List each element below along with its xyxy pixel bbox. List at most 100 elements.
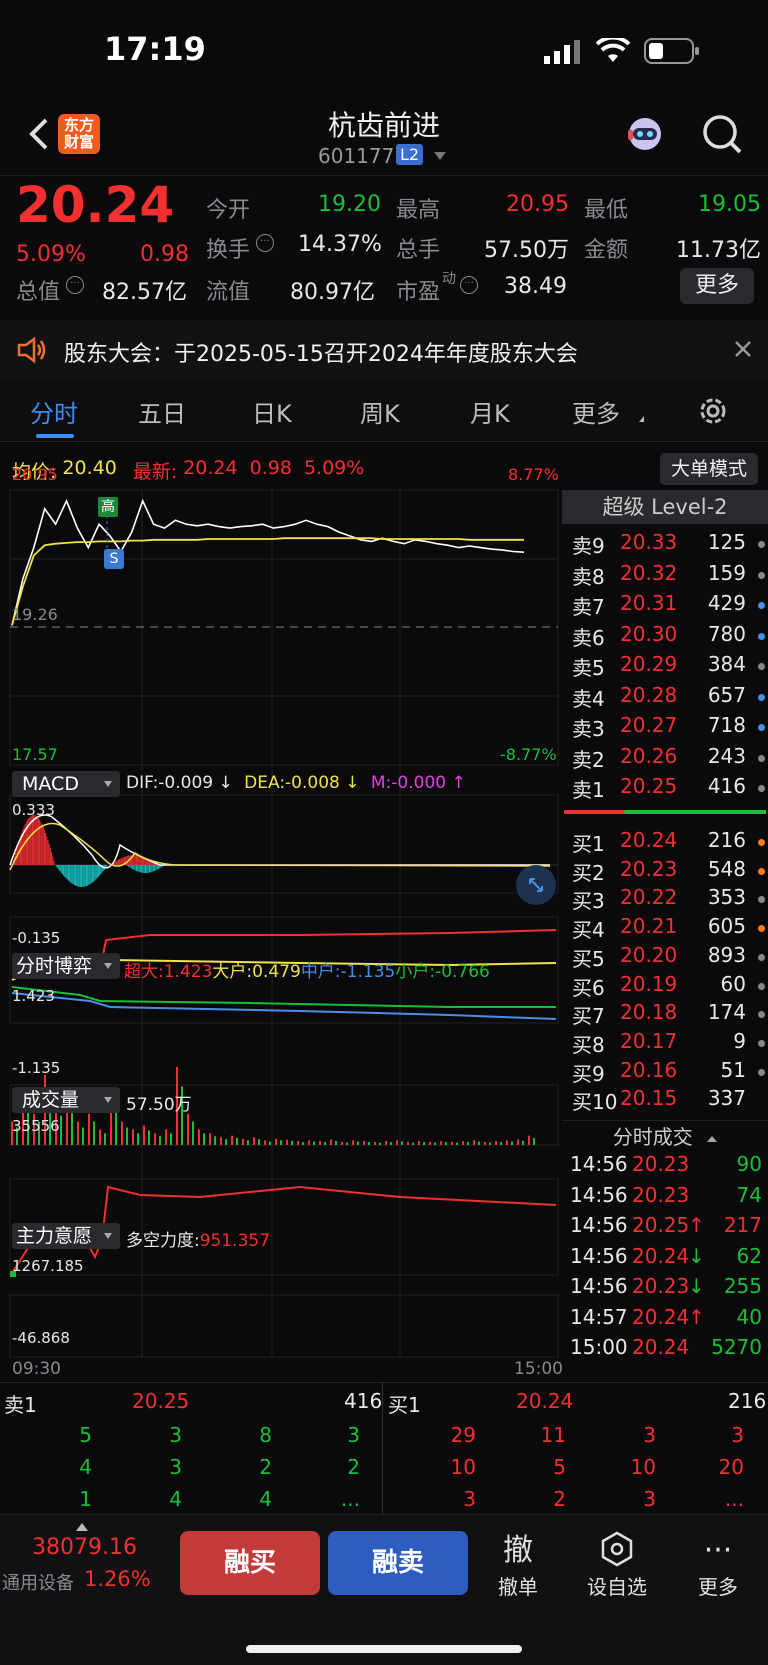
bid-level: 买2 xyxy=(572,860,605,885)
margin-buy-button[interactable]: 融买 xyxy=(180,1531,320,1595)
notice-banner[interactable]: 股东大会：于2025-05-15召开2024年年度股东大会 xyxy=(0,320,768,380)
dropdown-icon[interactable] xyxy=(434,152,446,160)
bid-row[interactable]: 买3 20.22 353 xyxy=(562,885,768,915)
index-value[interactable]: 38079.16 xyxy=(32,1535,137,1560)
bid-row[interactable]: 买7 20.18 174 xyxy=(562,1000,768,1030)
ask-row[interactable]: 卖2 20.26 243 xyxy=(562,744,768,774)
bop-big: 大户:0.479 xyxy=(212,962,301,982)
ask-price: 20.33 xyxy=(620,530,678,554)
margin-sell-button[interactable]: 融卖 xyxy=(328,1531,468,1595)
pct-low-label: -8.77% xyxy=(500,745,557,764)
order-dot xyxy=(758,571,765,579)
panel-frame xyxy=(9,1294,559,1358)
queue-bid-cell: ... xyxy=(724,1487,744,1511)
tab-intraday[interactable]: 分时 xyxy=(30,394,78,429)
order-dot xyxy=(758,896,765,904)
info-icon[interactable]: ··· xyxy=(256,234,274,252)
pe-label: 市盈 xyxy=(396,280,441,305)
info-icon[interactable]: ··· xyxy=(66,276,84,294)
close-icon[interactable] xyxy=(734,340,752,362)
ask-row[interactable]: 卖7 20.31 429 xyxy=(562,591,768,621)
ask-row[interactable]: 卖3 20.27 718 xyxy=(562,713,768,743)
macd-top-label: 0.333 xyxy=(12,801,55,819)
intent-top-label: 1267.185 xyxy=(12,1257,84,1275)
trade-time: 14:56 xyxy=(570,1213,628,1237)
bop-mid-line xyxy=(11,992,557,1020)
trade-time: 15:00 xyxy=(570,1335,628,1359)
footer-more-button[interactable]: ··· 更多 xyxy=(678,1531,758,1600)
high-label: 最高 xyxy=(396,198,441,223)
queue-bid-price: 20.24 xyxy=(516,1389,574,1413)
amount-label: 金额 xyxy=(584,238,629,263)
order-dot xyxy=(758,1011,765,1019)
ask-volume: 125 xyxy=(707,530,746,554)
ask-volume: 429 xyxy=(707,591,746,615)
index-name: 通用设备 xyxy=(2,1573,74,1594)
quote-panel: 20.24 5.09% 0.98 今开 19.20 最高 20.95 最低 19… xyxy=(0,176,768,316)
tab-monthly-k[interactable]: 月K xyxy=(470,394,510,429)
bop-bottom-label: -1.135 xyxy=(12,1059,61,1077)
ask-level: 卖6 xyxy=(572,625,605,650)
bid-row[interactable]: 买2 20.23 548 xyxy=(562,857,768,887)
settings-gear-icon[interactable] xyxy=(696,394,730,432)
trade-volume: 90 xyxy=(736,1152,762,1176)
trade-volume: 40 xyxy=(736,1304,762,1329)
big-order-mode-button[interactable]: 大单模式 xyxy=(660,453,758,485)
info-icon[interactable]: ··· xyxy=(460,276,478,294)
trade-row: 14:57 20.24 ↑ 40 xyxy=(562,1305,768,1335)
bid-row[interactable]: 买5 20.20 893 xyxy=(562,943,768,973)
trade-arrow: ↑ xyxy=(688,1213,705,1237)
speaker-icon xyxy=(16,336,48,368)
bid-row[interactable]: 买6 20.19 60 xyxy=(562,972,768,1002)
trades-title[interactable]: 分时成交 xyxy=(562,1120,768,1150)
cancel-order-button[interactable]: 撤 撤单 xyxy=(478,1531,558,1600)
bid-price: 20.19 xyxy=(620,971,678,996)
queue-ask-cell: 8 xyxy=(259,1423,272,1447)
trade-price: 20.25 xyxy=(632,1213,690,1237)
trade-row: 14:56 20.25 ↑ 217 xyxy=(562,1213,768,1243)
bid-row[interactable]: 买1 20.24 216 xyxy=(562,828,768,858)
trade-volume: 217 xyxy=(723,1213,762,1237)
price-high-label: 20.95 xyxy=(12,465,58,484)
macd-selector[interactable]: MACD xyxy=(12,771,120,797)
tab-more[interactable]: 更多 xyxy=(572,394,620,429)
ask-row[interactable]: 卖6 20.30 780 xyxy=(562,622,768,652)
intent-selector[interactable]: 主力意愿 xyxy=(12,1223,120,1249)
bid-row[interactable]: 买4 20.21 605 xyxy=(562,914,768,944)
volume-selector[interactable]: 成交量 xyxy=(12,1087,120,1113)
bid-row[interactable]: 买10 20.15 337 xyxy=(562,1086,768,1116)
bid-price: 20.17 xyxy=(620,1028,678,1053)
expand-icon[interactable] xyxy=(516,865,556,905)
intraday-chart[interactable]: 均价: 20.40 最新: 20.24 0.98 5.09% 大单模式 20.9… xyxy=(0,445,758,1385)
ask-row[interactable]: 卖9 20.33 125 xyxy=(562,530,768,560)
ask-volume: 718 xyxy=(707,713,746,737)
order-dot xyxy=(758,541,765,548)
trade-row: 15:00 20.24 5270 xyxy=(562,1335,768,1365)
time-start-label: 09:30 xyxy=(12,1359,61,1379)
bop-label: 分时博弈 xyxy=(16,955,93,977)
watchlist-hexagon-icon xyxy=(577,1531,657,1571)
robot-assistant-icon[interactable] xyxy=(624,112,666,154)
index-up-icon xyxy=(76,1523,88,1531)
add-watchlist-button[interactable]: 设自选 xyxy=(577,1531,657,1600)
search-icon[interactable] xyxy=(700,112,744,156)
ask-bid-ratio-bar xyxy=(564,810,766,814)
bop-top-label: 1.423 xyxy=(12,987,55,1005)
sell-signal-marker[interactable]: S xyxy=(104,549,124,569)
ask-row[interactable]: 卖1 20.25 416 xyxy=(562,774,768,804)
ask-row[interactable]: 卖8 20.32 159 xyxy=(562,561,768,591)
more-button[interactable]: 更多 xyxy=(680,268,754,304)
macd-dif: DIF:-0.009 ↓ xyxy=(126,773,233,793)
queue-bid-cell: 2 xyxy=(553,1487,566,1511)
bop-selector[interactable]: 分时博弈 xyxy=(12,953,120,979)
tab-5day[interactable]: 五日 xyxy=(138,394,186,429)
order-dot xyxy=(758,785,765,792)
bid-row[interactable]: 买9 20.16 51 xyxy=(562,1058,768,1088)
trade-time: 14:56 xyxy=(570,1182,628,1207)
bid-row[interactable]: 买8 20.17 9 xyxy=(562,1029,768,1059)
tab-daily-k[interactable]: 日K xyxy=(252,394,292,429)
ask-row[interactable]: 卖4 20.28 657 xyxy=(562,683,768,713)
tab-weekly-k[interactable]: 周K xyxy=(360,394,400,429)
macd-label: MACD xyxy=(22,773,79,795)
ask-row[interactable]: 卖5 20.29 384 xyxy=(562,652,768,682)
